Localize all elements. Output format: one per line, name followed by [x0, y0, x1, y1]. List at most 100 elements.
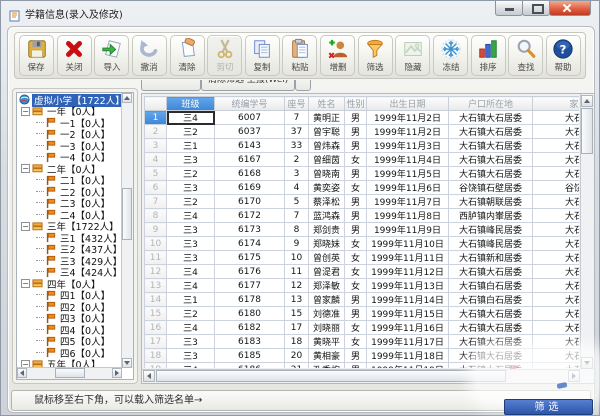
cell-sid[interactable]: 6182 — [215, 321, 285, 335]
cell-name[interactable]: 蔡泽松 — [309, 195, 345, 209]
cell-cls[interactable]: 三3 — [167, 251, 215, 265]
cell-cls[interactable]: 三4 — [167, 209, 215, 223]
cell-sex[interactable]: 男 — [345, 167, 367, 181]
cell-sex[interactable]: 男 — [345, 293, 367, 307]
cell-residence[interactable]: 大石镇大石居委 — [449, 321, 533, 335]
cell-birth[interactable]: 1999年11月10日 — [367, 237, 449, 251]
cell-name[interactable]: 曾晓南 — [309, 167, 345, 181]
cell-home[interactable]: 大石镇大石 — [533, 209, 580, 223]
cell-sid[interactable]: 6172 — [215, 209, 285, 223]
tree-expander-icon[interactable]: − — [21, 222, 30, 231]
cell-seat[interactable]: 9 — [285, 237, 309, 251]
cell-sex[interactable]: 男 — [345, 307, 367, 321]
table-horizontal-scrollbar[interactable] — [142, 369, 580, 383]
column-header-sid[interactable]: 统编学号 — [215, 97, 285, 111]
cell-seat[interactable]: 11 — [285, 265, 309, 279]
tree-horizontal-scrollbar[interactable] — [17, 367, 122, 379]
cell-name[interactable]: 曾创英 — [309, 251, 345, 265]
cell-home[interactable]: 大石镇大石 — [533, 307, 580, 321]
cell-home[interactable]: 谷饶镇石壁 — [533, 181, 580, 195]
cell-seat[interactable]: 10 — [285, 251, 309, 265]
row-number-header[interactable] — [145, 97, 167, 111]
cell-cls[interactable]: 三4 — [167, 321, 215, 335]
help-button[interactable]: ?帮助 — [546, 35, 581, 76]
cell-home[interactable]: 大石镇峰民 — [533, 223, 580, 237]
cell-home[interactable]: 大石镇大石 — [533, 363, 580, 369]
cell-name[interactable]: 刘德准 — [309, 307, 345, 321]
column-header-home[interactable]: 家庭地址 — [533, 97, 580, 111]
filter-strip-box[interactable] — [141, 80, 201, 91]
column-header-cls[interactable]: 班级 — [167, 97, 215, 111]
cell-residence[interactable]: 西胪镇内輋居委 — [449, 209, 533, 223]
cell-sid[interactable]: 6168 — [215, 167, 285, 181]
cell-name[interactable]: 郑剑贵 — [309, 223, 345, 237]
cell-cls[interactable]: 三3 — [167, 335, 215, 349]
cell-seat[interactable]: 2 — [285, 153, 309, 167]
cell-home[interactable]: 大石镇大石 — [533, 139, 580, 153]
cell-home[interactable]: 大石镇大石 — [533, 321, 580, 335]
close-window-button[interactable] — [549, 1, 591, 16]
row-number-cell[interactable]: 13 — [145, 279, 167, 293]
table-scroll-down-button[interactable] — [581, 357, 593, 369]
cell-birth[interactable]: 1999年11月8日 — [367, 209, 449, 223]
cell-cls[interactable]: 三2 — [167, 125, 215, 139]
cell-cls[interactable]: 三3 — [167, 237, 215, 251]
cell-seat[interactable]: 7 — [285, 209, 309, 223]
cell-home[interactable]: 大石镇大石 — [533, 195, 580, 209]
row-number-cell[interactable]: 15 — [145, 307, 167, 321]
cell-sex[interactable]: 男 — [345, 111, 367, 125]
row-number-cell[interactable]: 16 — [145, 321, 167, 335]
cell-cls[interactable]: 三4 — [167, 363, 215, 369]
cell-cls[interactable]: 三1 — [167, 293, 215, 307]
row-number-cell[interactable]: 2 — [145, 125, 167, 139]
cell-home[interactable]: 大石镇白石 — [533, 293, 580, 307]
cell-name[interactable]: 曾细茵 — [309, 153, 345, 167]
cell-name[interactable]: 刘晓丽 — [309, 321, 345, 335]
cell-home[interactable]: 大石镇大石 — [533, 349, 580, 363]
cell-name[interactable]: 曾宇聪 — [309, 125, 345, 139]
cell-birth[interactable]: 1999年11月6日 — [367, 181, 449, 195]
cell-residence[interactable]: 谷饶镇石壁居委 — [449, 181, 533, 195]
tree-scrollbar-thumb[interactable] — [122, 188, 132, 240]
hide-button[interactable]: 隐藏 — [395, 35, 430, 76]
copy-button[interactable]: 复制 — [245, 35, 280, 76]
cell-seat[interactable]: 21 — [285, 363, 309, 369]
cell-residence[interactable]: 大石镇朝联居委 — [449, 195, 533, 209]
cell-sid[interactable]: 6170 — [215, 195, 285, 209]
cell-sex[interactable]: 女 — [345, 153, 367, 167]
cell-cls[interactable]: 三1 — [167, 139, 215, 153]
cell-residence[interactable]: 大石镇峰民居委 — [449, 237, 533, 251]
row-number-cell[interactable]: 12 — [145, 265, 167, 279]
cell-birth[interactable]: 1999年11月14日 — [367, 293, 449, 307]
add-delete-button[interactable]: 增删 — [320, 35, 355, 76]
tree-scroll-right-button[interactable] — [112, 368, 122, 378]
cell-residence[interactable]: 大石镇大石居委 — [449, 111, 533, 125]
cell-seat[interactable]: 15 — [285, 307, 309, 321]
cell-home[interactable]: 大石镇大石 — [533, 153, 580, 167]
table-hscrollbar-thumb[interactable] — [156, 370, 506, 382]
cell-sid[interactable]: 6173 — [215, 223, 285, 237]
cell-birth[interactable]: 1999年11月5日 — [367, 167, 449, 181]
cell-birth[interactable]: 1999年11月2日 — [367, 125, 449, 139]
cell-name[interactable]: 黄相豪 — [309, 349, 345, 363]
cell-sid[interactable]: 6177 — [215, 279, 285, 293]
cell-birth[interactable]: 1999年11月17日 — [367, 335, 449, 349]
cell-residence[interactable]: 大石镇新和居委 — [449, 251, 533, 265]
cell-residence[interactable]: 大石镇白石居委 — [449, 279, 533, 293]
row-number-cell[interactable]: 9 — [145, 223, 167, 237]
tree-expander-icon[interactable]: − — [21, 360, 30, 367]
cell-name[interactable]: 曾家麟 — [309, 293, 345, 307]
cell-name[interactable]: 郑晓妹 — [309, 237, 345, 251]
cell-birth[interactable]: 1999年11月4日 — [367, 153, 449, 167]
cell-sex[interactable]: 男 — [345, 349, 367, 363]
freeze-button[interactable]: 冻结 — [433, 35, 468, 76]
cell-cls[interactable]: 三2 — [167, 195, 215, 209]
tree-expander-icon[interactable]: − — [21, 107, 30, 116]
cell-seat[interactable]: 33 — [285, 139, 309, 153]
cell-name[interactable]: 曾湜君 — [309, 265, 345, 279]
cell-sex[interactable]: 男 — [345, 195, 367, 209]
cell-seat[interactable]: 20 — [285, 349, 309, 363]
cell-birth[interactable]: 1999年11月15日 — [367, 307, 449, 321]
cell-sid[interactable]: 6174 — [215, 237, 285, 251]
column-header-name[interactable]: 姓名 — [309, 97, 345, 111]
